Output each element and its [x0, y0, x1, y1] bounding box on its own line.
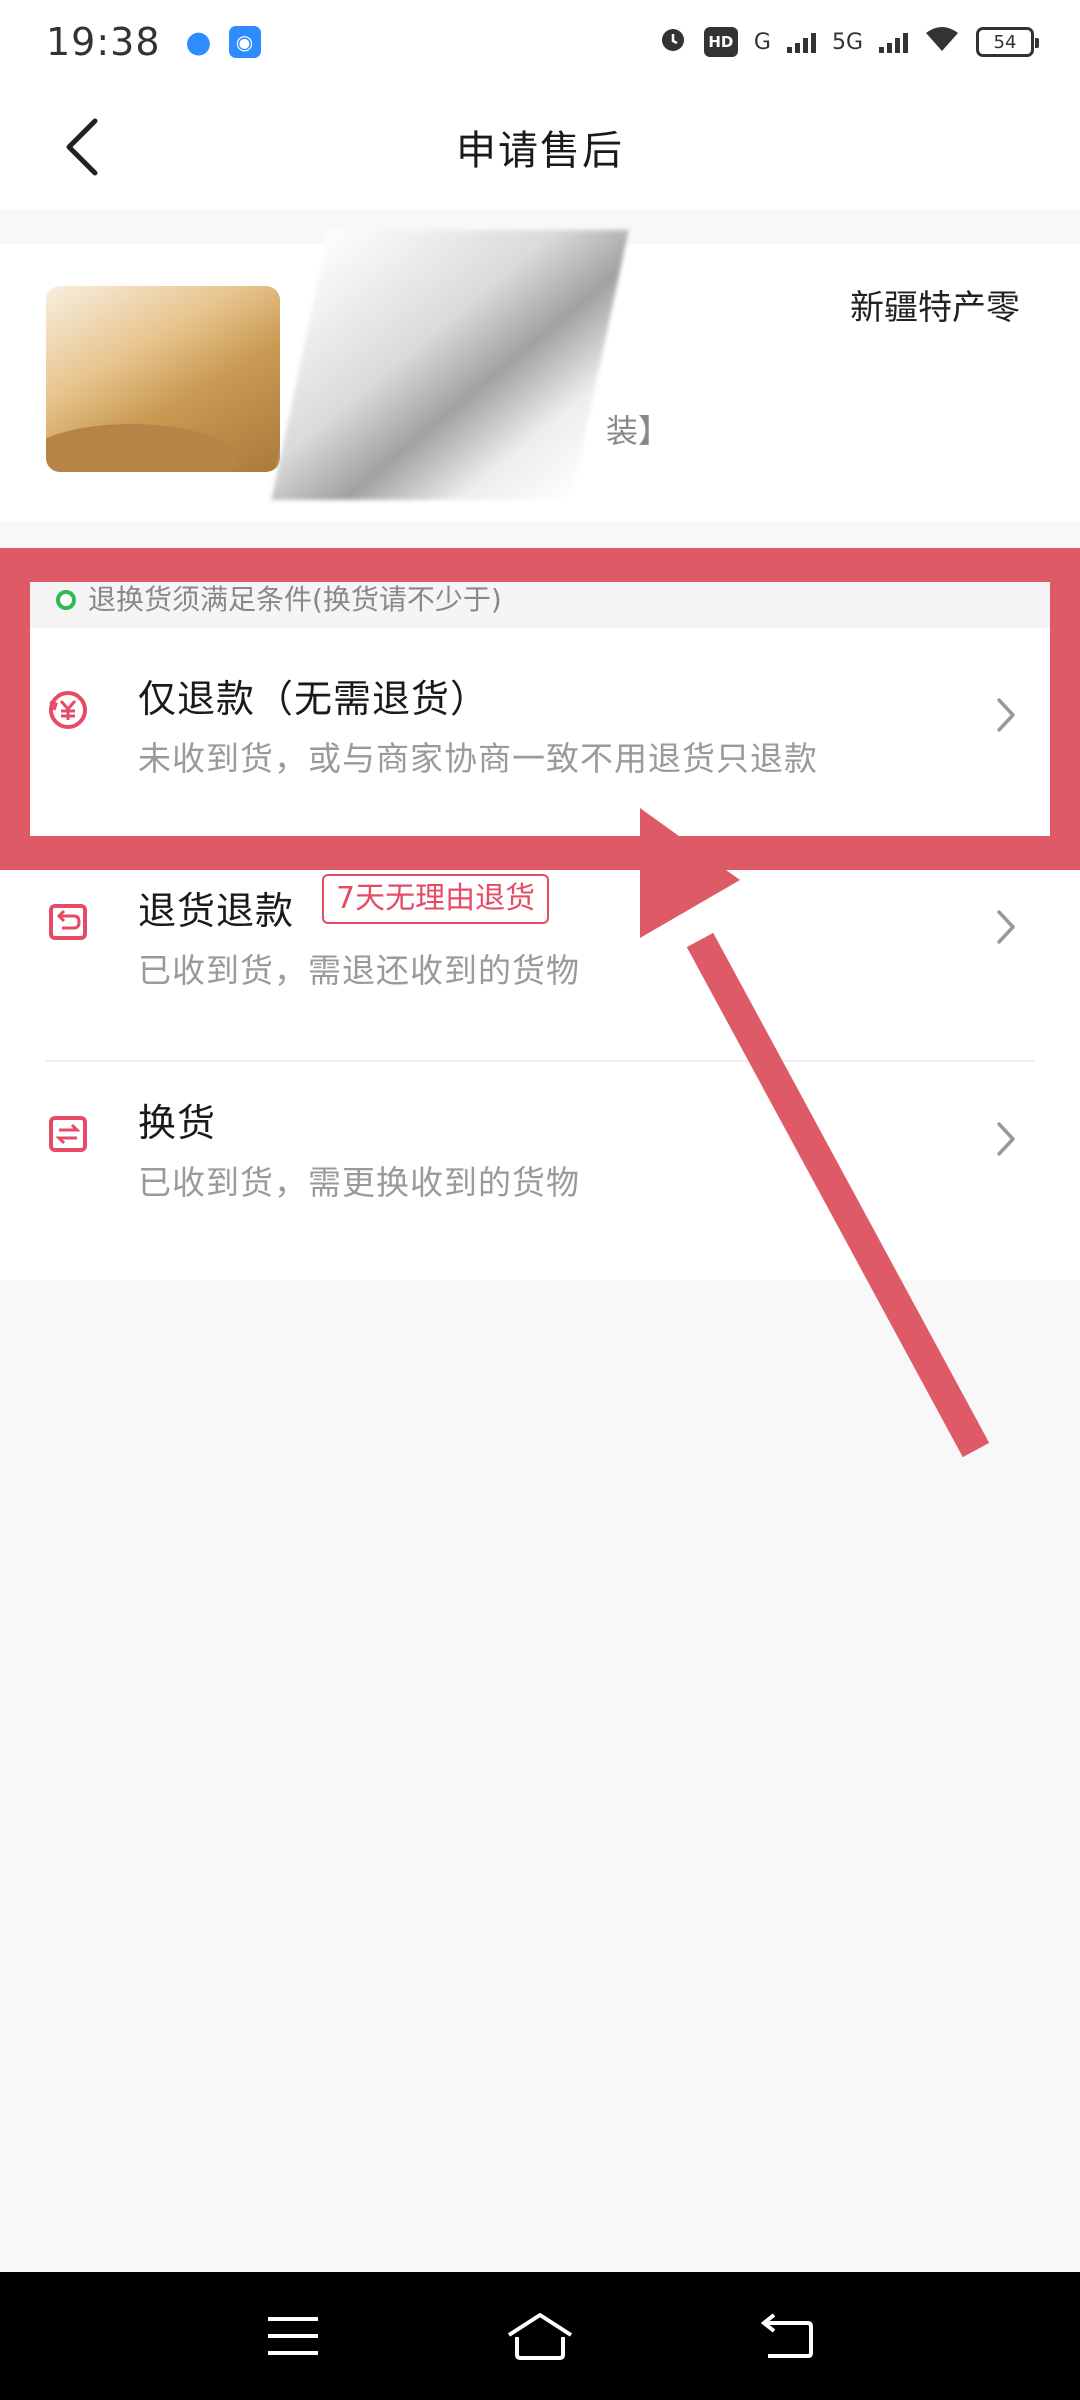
notice-strip: 退换货须满足条件(换货请不少于): [28, 580, 1058, 628]
nav-bar: 申请售后: [0, 84, 1080, 210]
notification-icons: ● ◉: [183, 24, 261, 60]
wifi-icon: [924, 25, 960, 59]
option-exchange[interactable]: 换货 已收到货，需更换收到的货物: [0, 1060, 1080, 1256]
option-title: 退货退款: [138, 889, 295, 933]
page-title: 申请售后: [456, 128, 624, 174]
option-divider: [46, 1060, 1034, 1062]
battery-icon: 54: [976, 27, 1039, 57]
signal-g-label: G: [753, 29, 771, 55]
redaction-scribble: [271, 230, 629, 500]
back-icon: [760, 2313, 813, 2358]
chevron-left-icon: [66, 118, 98, 176]
home-button[interactable]: [505, 2301, 575, 2371]
option-title: 换货: [138, 1101, 217, 1145]
option-refund-only[interactable]: 仅退款（无需退货） 未收到货，或与商家协商一致不用退货只退款: [0, 636, 1080, 832]
back-button[interactable]: [48, 112, 118, 182]
option-title: 仅退款（无需退货）: [138, 677, 490, 721]
status-time: 19:38: [46, 20, 161, 64]
back-nav-button[interactable]: [752, 2301, 822, 2371]
alarm-icon: [658, 24, 688, 60]
signal-5g-label: 5G: [831, 29, 863, 55]
signal-5g-icon: [879, 31, 908, 53]
system-nav-bar: [0, 2272, 1080, 2400]
yuan-refund-icon: [46, 688, 90, 732]
product-image: [46, 286, 280, 472]
menu-button[interactable]: [258, 2301, 328, 2371]
seven-day-return-badge: 7天无理由退货: [322, 874, 550, 924]
hd-icon: HD: [703, 27, 738, 57]
status-right: HD G 5G 54: [658, 24, 1039, 60]
menu-icon: [268, 2317, 319, 2355]
paw-app-icon: ●: [185, 24, 212, 60]
status-bar: 19:38 ● ◉ HD G 5G 54: [0, 0, 1080, 84]
home-icon: [507, 2313, 573, 2360]
option-desc: 未收到货，或与商家协商一致不用退货只退款: [138, 739, 818, 778]
after-sale-options: 退换货须满足条件(换货请不少于) 仅退款（无需退货） 未收到货，或与商家协商一致…: [0, 580, 1080, 1280]
check-circle-icon: [56, 590, 76, 610]
chevron-right-icon: [988, 904, 1024, 950]
camera-app-icon: ◉: [228, 26, 261, 58]
option-desc: 已收到货，需退还收到的货物: [138, 951, 580, 990]
plate-shape: [46, 424, 236, 472]
notice-text: 退换货须满足条件(换货请不少于): [88, 583, 502, 616]
signal-icon: [786, 31, 816, 53]
option-return-refund[interactable]: 退货退款 7天无理由退货 已收到货，需退还收到的货物: [0, 848, 1080, 1044]
return-box-icon: [46, 900, 90, 944]
chevron-right-icon: [988, 1116, 1024, 1162]
exchange-icon: [46, 1112, 90, 1156]
chevron-right-icon: [988, 692, 1024, 738]
option-desc: 已收到货，需更换收到的货物: [138, 1163, 580, 1202]
